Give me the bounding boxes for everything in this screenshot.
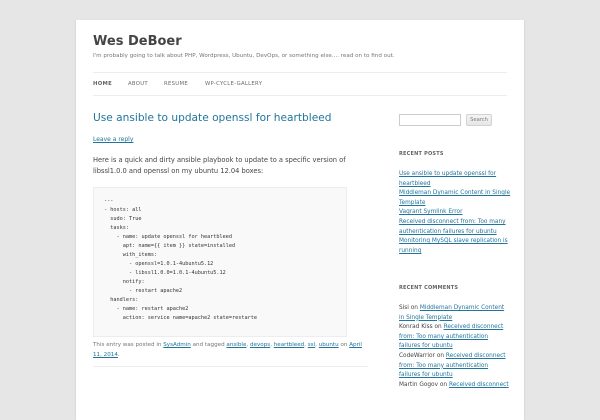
recent-post-link[interactable]: Vagrant Symlink Error (399, 209, 462, 215)
site-description: I'm probably going to talk about PHP, Wo… (93, 53, 395, 59)
code-line: - restart apache2 (104, 288, 183, 294)
tag-link-ssl[interactable]: ssl (308, 342, 315, 348)
nav-item-wp-cycle-gallery[interactable]: WP-CYCLE-GALLERY (205, 81, 262, 87)
tag-link-ubuntu[interactable]: ubuntu (319, 342, 339, 348)
page-container: Wes DeBoer I'm probably going to talk ab… (76, 20, 524, 420)
post-intro: Here is a quick and dirty ansible playbo… (93, 156, 346, 175)
list-item: CodeWarrior on Received disconnect from:… (399, 352, 511, 381)
comment-author: CodeWarrior (399, 352, 435, 359)
tag-link-devops[interactable]: devops (250, 342, 270, 348)
comment-on-text: on (434, 324, 442, 331)
comment-author: Sisi (399, 305, 409, 311)
nav-item-resume[interactable]: RESUME (164, 81, 188, 87)
code-line: action: service name=apache2 state=resta… (104, 315, 258, 321)
code-line: - hosts: all (104, 207, 142, 213)
list-item: Konrad Kiss on Received disconnect from:… (399, 323, 511, 352)
list-item: Use ansible to update openssl for heartb… (399, 170, 511, 189)
list-item: Monitoring MySQL slave replication is ru… (399, 237, 511, 256)
tag-link-ansible[interactable]: ansible (226, 342, 246, 348)
code-line: handlers: (104, 297, 139, 303)
code-line: with_items: (104, 252, 158, 258)
code-line: sudo: True (104, 216, 142, 222)
code-line: - name: update openssl for heartbleed (104, 234, 233, 240)
post-title-link[interactable]: Use ansible to update openssl for heartb… (93, 112, 331, 124)
recent-post-link[interactable]: Middleman Dynamic Content in Single Temp… (399, 190, 510, 206)
code-line: - openssl=1.0.1-4ubuntu5.12 (104, 261, 214, 267)
recent-post-link[interactable]: Use ansible to update openssl for heartb… (399, 171, 496, 187)
search-input[interactable] (399, 114, 461, 126)
code-line: --- (104, 198, 114, 204)
category-link[interactable]: SysAdmin (163, 342, 191, 348)
list-item: Martin Gogov on Received disconnect (399, 381, 511, 391)
comment-on-text: on (410, 305, 418, 311)
site-title[interactable]: Wes DeBoer (93, 34, 182, 49)
list-item: Sisi on Middleman Dynamic Content in Sin… (399, 304, 511, 323)
recent-posts-list: Use ansible to update openssl for heartb… (399, 170, 511, 256)
tag-link-heartbleed[interactable]: heartbleed (274, 342, 304, 348)
content-divider (93, 366, 368, 367)
code-block: --- - hosts: all sudo: True tasks: - nam… (93, 187, 347, 337)
comment-on-text: on (439, 381, 448, 388)
code-line: - libssl1.0.0=1.0.1-4ubuntu5.12 (104, 270, 226, 276)
leave-reply-link[interactable]: Leave a reply (93, 136, 133, 143)
meta-tagged-text: and tagged (192, 342, 225, 348)
nav-item-about[interactable]: ABOUT (128, 81, 148, 87)
search-button[interactable]: Search (466, 114, 492, 126)
meta-on-text: on (340, 342, 348, 348)
comment-author: Konrad Kiss (399, 324, 433, 331)
comment-post-link[interactable]: Received disconnect (449, 382, 509, 388)
list-item: Middleman Dynamic Content in Single Temp… (399, 189, 511, 208)
code-line: apt: name={{ item }} state=installed (104, 243, 236, 249)
recent-post-link[interactable]: Monitoring MySQL slave replication is ru… (399, 238, 508, 254)
recent-comments-heading: RECENT COMMENTS (399, 285, 459, 291)
comment-on-text: on (436, 352, 445, 359)
comment-author: Martin Gogov (399, 381, 439, 388)
recent-post-link[interactable]: Received disconnect from: Too many authe… (399, 219, 506, 235)
meta-prefix: This entry was posted in (93, 342, 162, 348)
code-line: tasks: (104, 225, 129, 231)
list-item: Received disconnect from: Too many authe… (399, 218, 511, 237)
recent-comments-list: Sisi on Middleman Dynamic Content in Sin… (399, 304, 511, 390)
nav-item-home[interactable]: HOME (93, 81, 112, 87)
entry-meta: This entry was posted in SysAdmin and ta… (93, 342, 362, 358)
list-item: Vagrant Symlink Error (399, 208, 511, 218)
code-line: notify: (104, 279, 145, 285)
main-navigation: HOME ABOUT RESUME WP-CYCLE-GALLERY (93, 72, 507, 96)
recent-posts-heading: RECENT POSTS (399, 151, 444, 157)
code-line: - name: restart apache2 (104, 306, 189, 312)
